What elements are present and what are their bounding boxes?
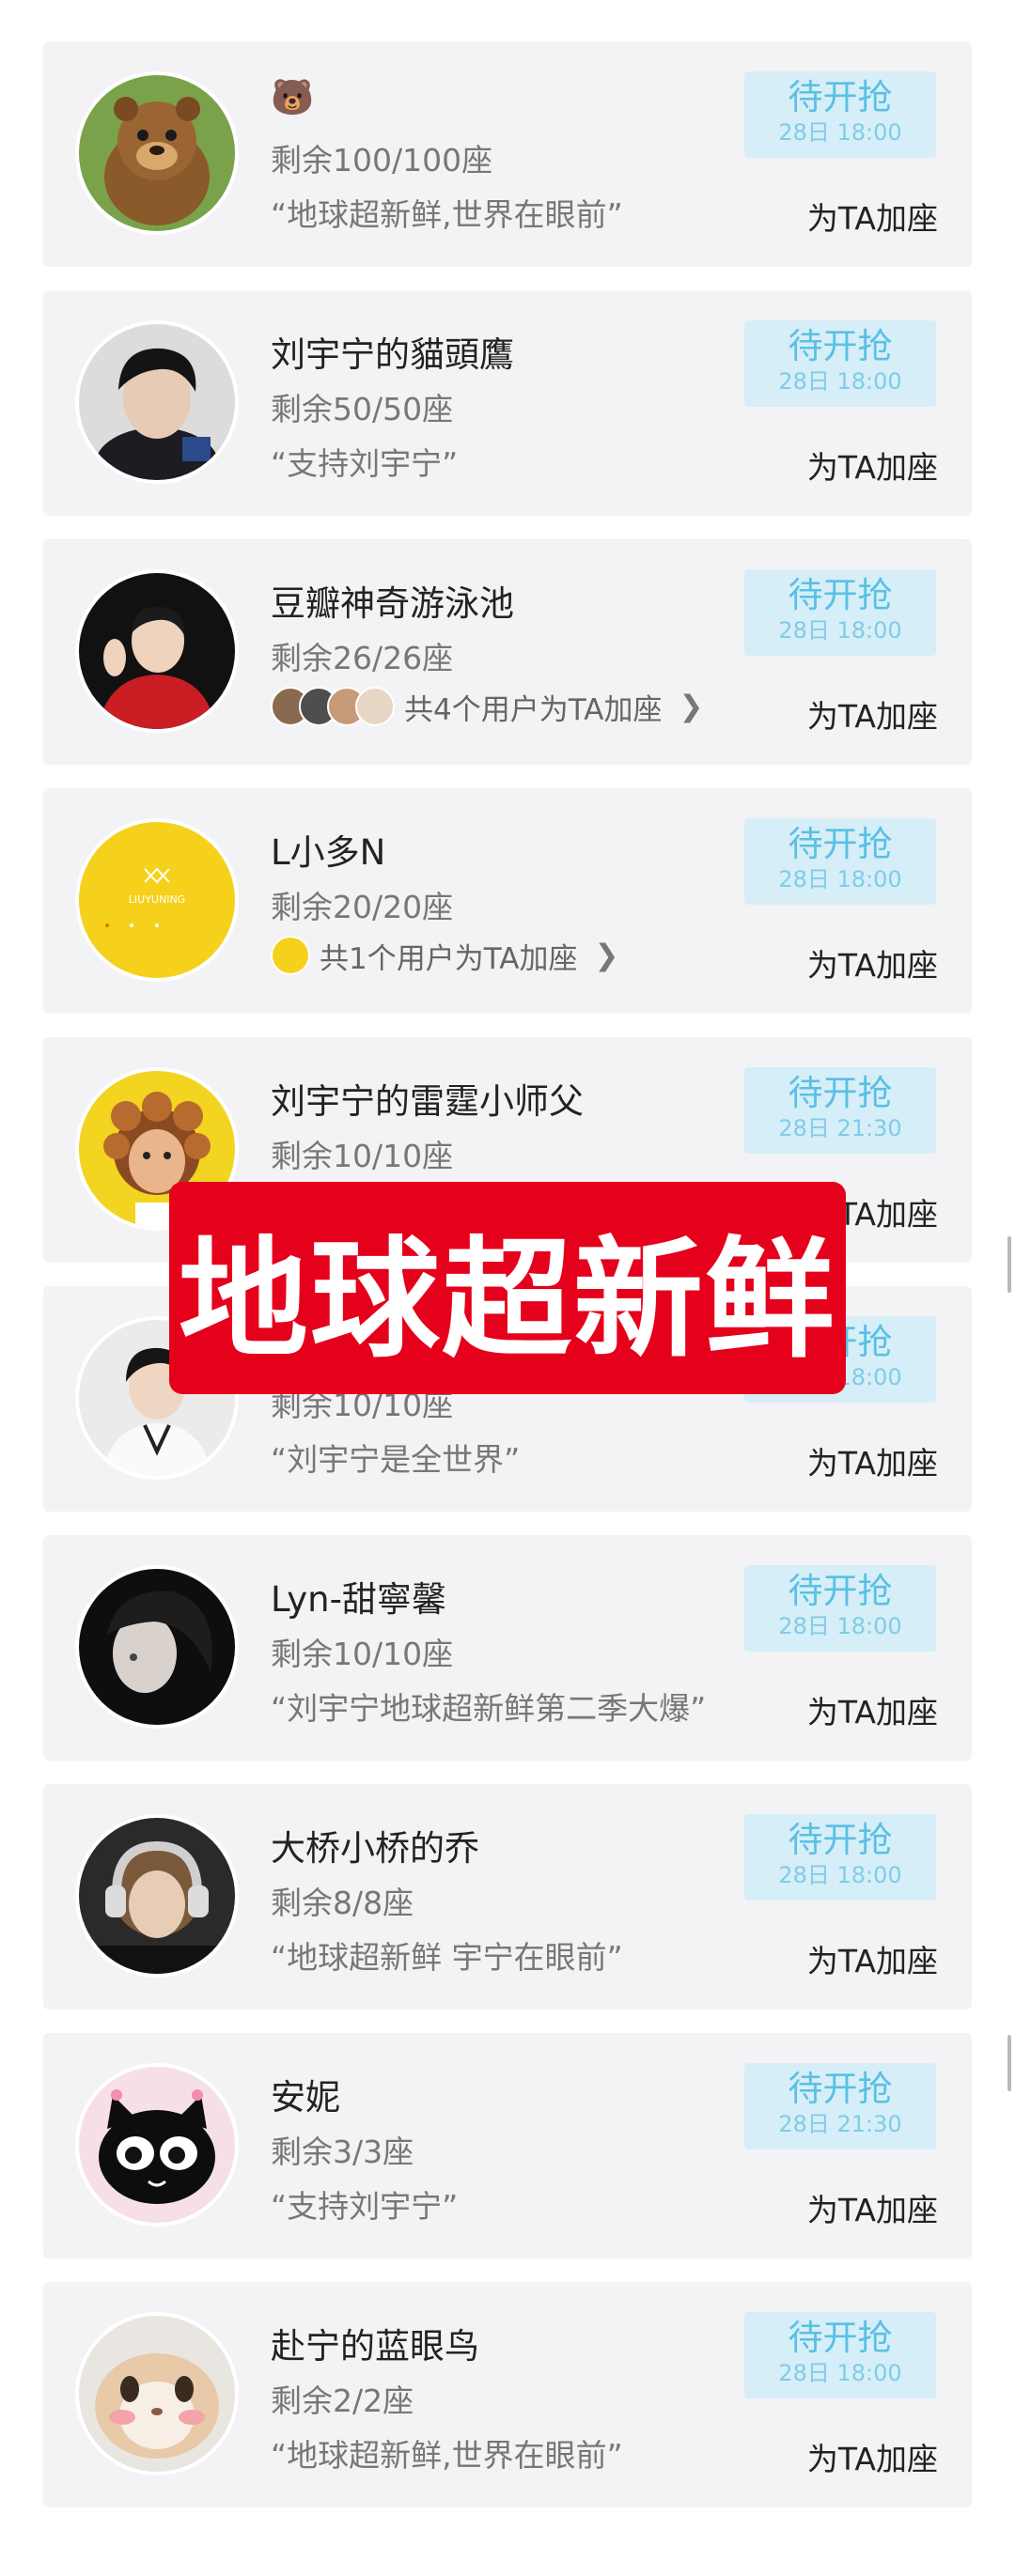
grab-time: 28日 18:00	[778, 2360, 902, 2386]
user-name: Lyn-甜寧馨	[271, 1579, 446, 1620]
seats-remaining: 剩余26/26座	[271, 640, 454, 676]
user-avatar[interactable]	[79, 2316, 235, 2472]
user-avatar[interactable]: LIUYUNING	[79, 822, 235, 978]
user-name: 豆瓣神奇游泳池	[271, 583, 514, 624]
seat-card[interactable]: 刘宇宁的貓頭鷹 剩余50/50座 “支持刘宇宁” 待开抢 28日 18:00 为…	[43, 290, 972, 516]
seats-remaining: 剩余8/8座	[271, 1885, 414, 1921]
seats-remaining: 剩余10/10座	[271, 1636, 454, 1672]
grab-time: 28日 21:30	[778, 2111, 902, 2137]
chevron-right-icon: ❯	[679, 690, 704, 723]
seat-card[interactable]: 豆瓣神奇游泳池 剩余26/26座 共4个用户为TA加座 ❯ 待开抢 28日 18…	[43, 539, 972, 765]
user-quote: “地球超新鲜 宇宁在眼前”	[271, 1939, 623, 1976]
user-avatar[interactable]	[79, 75, 235, 231]
user-quote: “刘宇宁地球超新鲜第二季大爆”	[271, 1690, 707, 1727]
grab-time: 28日 21:30	[778, 1115, 902, 1141]
grab-button[interactable]: 待开抢 28日 21:30	[744, 1067, 936, 1154]
user-name: 🐻	[271, 77, 315, 117]
add-seat-button[interactable]: 为TA加座	[807, 2185, 938, 2230]
banner-text: 地球超新鲜	[178, 1224, 836, 1375]
supporter-avatar	[271, 936, 310, 975]
user-name: 刘宇宁的貓頭鷹	[271, 334, 514, 375]
grab-button[interactable]: 待开抢 28日 18:00	[744, 1565, 936, 1652]
seat-card[interactable]: 赴宁的蓝眼鸟 剩余2/2座 “地球超新鲜,世界在眼前” 待开抢 28日 18:0…	[43, 2282, 972, 2507]
grab-label: 待开抢	[788, 77, 893, 117]
seats-remaining: 剩余100/100座	[271, 142, 493, 178]
grab-time: 28日 18:00	[778, 866, 902, 892]
seats-remaining: 剩余50/50座	[271, 391, 454, 427]
grab-button[interactable]: 待开抢 28日 18:00	[744, 2312, 936, 2398]
user-avatar[interactable]	[79, 324, 235, 480]
add-seat-button[interactable]: 为TA加座	[807, 442, 938, 488]
add-seat-button[interactable]: 为TA加座	[807, 2434, 938, 2479]
grab-label: 待开抢	[788, 2069, 893, 2109]
scrollbar-mark[interactable]	[1007, 1236, 1011, 1293]
grab-label: 待开抢	[788, 1820, 893, 1860]
grab-label: 待开抢	[788, 2318, 893, 2358]
seats-remaining: 剩余2/2座	[271, 2382, 414, 2419]
supporter-avatars	[271, 936, 310, 975]
seats-remaining: 剩余3/3座	[271, 2134, 414, 2170]
user-avatar[interactable]	[79, 1818, 235, 1974]
grab-label: 待开抢	[788, 1571, 893, 1611]
user-avatar[interactable]	[79, 573, 235, 729]
user-name: L小多N	[271, 832, 386, 873]
add-seat-button[interactable]: 为TA加座	[807, 194, 938, 239]
user-quote: “支持刘宇宁”	[271, 2188, 459, 2225]
seat-card[interactable]: 大桥小桥的乔 剩余8/8座 “地球超新鲜 宇宁在眼前” 待开抢 28日 18:0…	[43, 1784, 972, 2010]
user-name: 赴宁的蓝眼鸟	[271, 2326, 479, 2367]
scrollbar-mark[interactable]	[1007, 2035, 1011, 2091]
add-seat-button[interactable]: 为TA加座	[807, 691, 938, 737]
user-quote: “地球超新鲜,世界在眼前”	[271, 2437, 623, 2474]
user-name: 刘宇宁的雷霆小师父	[271, 1081, 584, 1122]
grab-time: 28日 18:00	[778, 617, 902, 644]
grab-button[interactable]: 待开抢 28日 18:00	[744, 1814, 936, 1901]
grab-time: 28日 18:00	[778, 1862, 902, 1888]
seat-card[interactable]: 🐻 剩余100/100座 “地球超新鲜,世界在眼前” 待开抢 28日 18:00…	[43, 41, 972, 267]
chevron-right-icon: ❯	[594, 939, 619, 972]
supporters-link[interactable]: 共1个用户为TA加座 ❯	[271, 935, 618, 976]
seat-card[interactable]: Lyn-甜寧馨 剩余10/10座 “刘宇宁地球超新鲜第二季大爆” 待开抢 28日…	[43, 1535, 972, 1761]
user-avatar[interactable]	[79, 2067, 235, 2223]
title-banner: 地球超新鲜	[169, 1182, 846, 1394]
grab-button[interactable]: 待开抢 28日 18:00	[744, 320, 936, 407]
add-seat-button[interactable]: 为TA加座	[807, 940, 938, 985]
supporter-avatar	[355, 687, 395, 726]
svg-text:LIUYUNING: LIUYUNING	[129, 893, 185, 906]
user-quote: “支持刘宇宁”	[271, 445, 459, 482]
seats-remaining: 剩余10/10座	[271, 1138, 454, 1174]
user-quote: “地球超新鲜,世界在眼前”	[271, 196, 623, 233]
supporter-avatars	[271, 687, 395, 726]
grab-time: 28日 18:00	[778, 119, 902, 146]
user-name: 安妮	[271, 2077, 340, 2118]
user-avatar[interactable]	[79, 1569, 235, 1725]
grab-label: 待开抢	[788, 326, 893, 366]
grab-button[interactable]: 待开抢 28日 21:30	[744, 2063, 936, 2149]
supporters-text: 共1个用户为TA加座	[320, 941, 578, 976]
grab-button[interactable]: 待开抢 28日 18:00	[744, 71, 936, 158]
grab-button[interactable]: 待开抢 28日 18:00	[744, 818, 936, 905]
user-name: 大桥小桥的乔	[271, 1828, 479, 1869]
grab-button[interactable]: 待开抢 28日 18:00	[744, 569, 936, 656]
add-seat-button[interactable]: 为TA加座	[807, 1687, 938, 1732]
add-seat-button[interactable]: 为TA加座	[807, 1936, 938, 1981]
seat-card[interactable]: LIUYUNING L小多N 剩余20/20座 共1个用户为TA加座 ❯ 待开抢…	[43, 788, 972, 1014]
seat-card[interactable]: 安妮 剩余3/3座 “支持刘宇宁” 待开抢 28日 21:30 为TA加座	[43, 2033, 972, 2258]
supporters-link[interactable]: 共4个用户为TA加座 ❯	[271, 686, 703, 727]
supporters-text: 共4个用户为TA加座	[404, 692, 663, 727]
user-quote: “刘宇宁是全世界”	[271, 1441, 521, 1478]
grab-time: 28日 18:00	[778, 1613, 902, 1639]
grab-label: 待开抢	[788, 824, 893, 864]
add-seat-button[interactable]: 为TA加座	[807, 1438, 938, 1483]
seats-remaining: 剩余20/20座	[271, 889, 454, 925]
grab-time: 28日 18:00	[778, 368, 902, 395]
grab-label: 待开抢	[788, 1073, 893, 1113]
grab-label: 待开抢	[788, 575, 893, 615]
